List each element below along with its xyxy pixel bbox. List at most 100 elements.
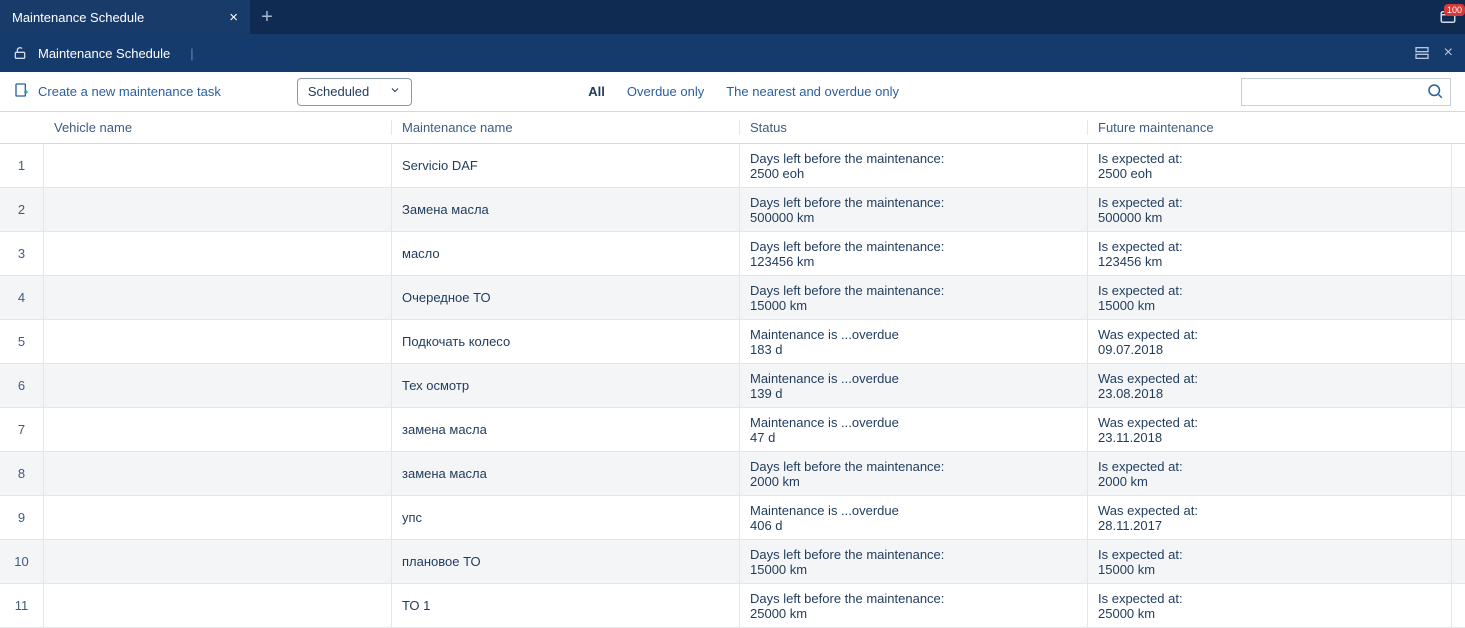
- grid-header: Vehicle name Maintenance name Status Fut…: [0, 112, 1465, 144]
- filter-nearest[interactable]: The nearest and overdue only: [726, 84, 899, 99]
- filter-overdue[interactable]: Overdue only: [627, 84, 704, 99]
- filter-tabs: All Overdue only The nearest and overdue…: [588, 84, 899, 99]
- status-line2: 183 d: [750, 342, 1077, 357]
- status-line2: 139 d: [750, 386, 1077, 401]
- future-line2: 15000 km: [1098, 562, 1441, 577]
- chevron-down-icon: [389, 84, 401, 99]
- status-line2: 47 d: [750, 430, 1077, 445]
- column-header-maintenance[interactable]: Maintenance name: [392, 120, 740, 135]
- cell-future: Was expected at:23.08.2018: [1088, 364, 1451, 407]
- future-line1: Was expected at:: [1098, 371, 1441, 386]
- scroll-gutter: [1451, 540, 1465, 583]
- status-line2: 123456 km: [750, 254, 1077, 269]
- layout-icon[interactable]: [1414, 45, 1430, 61]
- cell-maintenance: Servicio DAF: [392, 144, 740, 187]
- table-row[interactable]: 5Подкочать колесоMaintenance is ...overd…: [0, 320, 1465, 364]
- search-input[interactable]: [1250, 85, 1426, 100]
- row-number: 7: [0, 408, 44, 451]
- create-task-label: Create a new maintenance task: [38, 84, 221, 99]
- future-line2: 15000 km: [1098, 298, 1441, 313]
- scroll-gutter: [1451, 496, 1465, 539]
- table-row[interactable]: 4Очередное ТОDays left before the mainte…: [0, 276, 1465, 320]
- table-row[interactable]: 7замена маслаMaintenance is ...overdue47…: [0, 408, 1465, 452]
- status-line1: Days left before the maintenance:: [750, 591, 1077, 606]
- cell-future: Is expected at:2500 eoh: [1088, 144, 1451, 187]
- cell-status: Maintenance is ...overdue183 d: [740, 320, 1088, 363]
- scroll-gutter: [1451, 232, 1465, 275]
- scroll-gutter: [1451, 452, 1465, 495]
- breadcrumb: Maintenance Schedule | ×: [0, 34, 1465, 72]
- cell-status: Days left before the maintenance:500000 …: [740, 188, 1088, 231]
- grid-body: 1Servicio DAFDays left before the mainte…: [0, 144, 1465, 628]
- create-task-button[interactable]: Create a new maintenance task: [14, 82, 221, 101]
- toolbar: Create a new maintenance task Scheduled …: [0, 72, 1465, 112]
- future-line1: Is expected at:: [1098, 591, 1441, 606]
- cell-maintenance: Очередное ТО: [392, 276, 740, 319]
- table-row[interactable]: 3маслоDays left before the maintenance:1…: [0, 232, 1465, 276]
- tab-maintenance-schedule[interactable]: Maintenance Schedule ×: [0, 0, 250, 34]
- cell-vehicle: [44, 144, 392, 187]
- column-header-vehicle[interactable]: Vehicle name: [44, 120, 392, 135]
- table-row[interactable]: 11ТО 1Days left before the maintenance:2…: [0, 584, 1465, 628]
- status-line1: Days left before the maintenance:: [750, 195, 1077, 210]
- future-line2: 2500 eoh: [1098, 166, 1441, 181]
- table-row[interactable]: 1Servicio DAFDays left before the mainte…: [0, 144, 1465, 188]
- cell-vehicle: [44, 540, 392, 583]
- status-line2: 15000 km: [750, 298, 1077, 313]
- close-icon[interactable]: ×: [229, 9, 238, 26]
- add-tab-button[interactable]: +: [250, 0, 284, 34]
- row-number: 10: [0, 540, 44, 583]
- status-line2: 15000 km: [750, 562, 1077, 577]
- row-number: 9: [0, 496, 44, 539]
- notifications-icon[interactable]: 100: [1439, 8, 1457, 26]
- create-icon: [14, 82, 30, 101]
- status-line2: 500000 km: [750, 210, 1077, 225]
- future-line1: Was expected at:: [1098, 327, 1441, 342]
- future-line2: 23.08.2018: [1098, 386, 1441, 401]
- search-icon[interactable]: [1426, 82, 1444, 103]
- search-box[interactable]: [1241, 78, 1451, 106]
- cell-status: Days left before the maintenance:123456 …: [740, 232, 1088, 275]
- status-line1: Days left before the maintenance:: [750, 459, 1077, 474]
- scroll-gutter: [1451, 364, 1465, 407]
- column-header-status[interactable]: Status: [740, 120, 1088, 135]
- cell-future: Was expected at:09.07.2018: [1088, 320, 1451, 363]
- status-line2: 25000 km: [750, 606, 1077, 621]
- table-row[interactable]: 2Замена маслаDays left before the mainte…: [0, 188, 1465, 232]
- cell-maintenance: Тех осмотр: [392, 364, 740, 407]
- status-line2: 406 d: [750, 518, 1077, 533]
- lock-open-icon[interactable]: [12, 45, 28, 61]
- cell-status: Maintenance is ...overdue406 d: [740, 496, 1088, 539]
- status-select[interactable]: Scheduled: [297, 78, 412, 106]
- scroll-gutter: [1451, 144, 1465, 187]
- cell-future: Is expected at:15000 km: [1088, 540, 1451, 583]
- future-line1: Is expected at:: [1098, 547, 1441, 562]
- notifications-badge: 100: [1444, 4, 1465, 16]
- tab-title: Maintenance Schedule: [12, 10, 144, 25]
- cell-status: Days left before the maintenance:2000 km: [740, 452, 1088, 495]
- future-line1: Is expected at:: [1098, 239, 1441, 254]
- future-line1: Is expected at:: [1098, 195, 1441, 210]
- filter-all[interactable]: All: [588, 84, 605, 99]
- cell-future: Was expected at:23.11.2018: [1088, 408, 1451, 451]
- cell-status: Maintenance is ...overdue139 d: [740, 364, 1088, 407]
- cell-future: Is expected at:500000 km: [1088, 188, 1451, 231]
- future-line2: 2000 km: [1098, 474, 1441, 489]
- future-line2: 09.07.2018: [1098, 342, 1441, 357]
- status-line1: Maintenance is ...overdue: [750, 327, 1077, 342]
- close-panel-icon[interactable]: ×: [1444, 44, 1453, 62]
- cell-maintenance: замена масла: [392, 452, 740, 495]
- table-row[interactable]: 10плановое ТОDays left before the mainte…: [0, 540, 1465, 584]
- table-row[interactable]: 9упсMaintenance is ...overdue406 dWas ex…: [0, 496, 1465, 540]
- future-line1: Was expected at:: [1098, 503, 1441, 518]
- status-line1: Days left before the maintenance:: [750, 239, 1077, 254]
- row-number: 8: [0, 452, 44, 495]
- scroll-gutter: [1451, 188, 1465, 231]
- table-row[interactable]: 6Тех осмотрMaintenance is ...overdue139 …: [0, 364, 1465, 408]
- column-header-future[interactable]: Future maintenance: [1088, 120, 1451, 135]
- cell-vehicle: [44, 188, 392, 231]
- table-row[interactable]: 8замена маслаDays left before the mainte…: [0, 452, 1465, 496]
- cell-maintenance: замена масла: [392, 408, 740, 451]
- future-line2: 500000 km: [1098, 210, 1441, 225]
- future-line1: Is expected at:: [1098, 151, 1441, 166]
